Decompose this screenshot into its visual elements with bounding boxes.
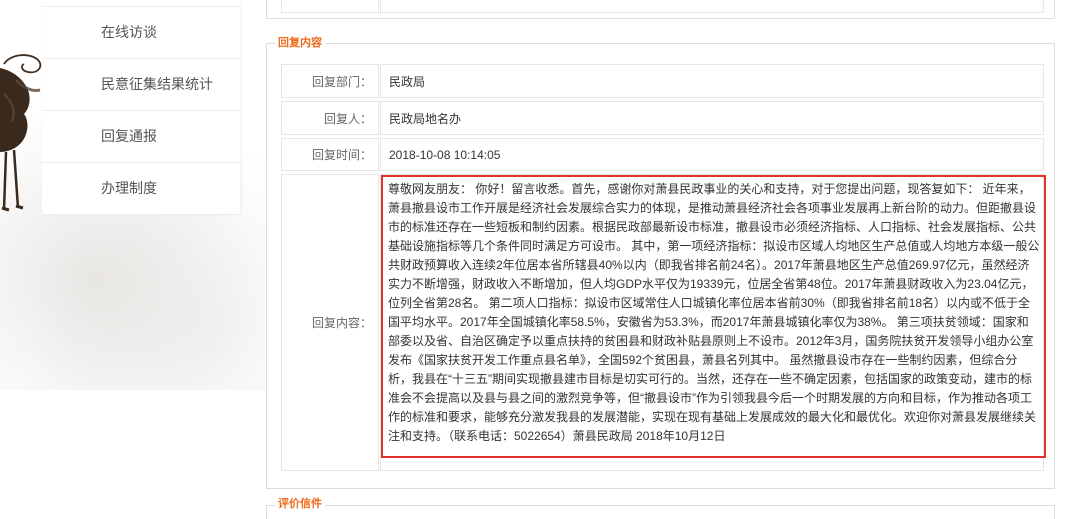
replier-value: 民政局地名办 — [380, 101, 1044, 135]
reply-department-label: 回复部门： — [281, 64, 379, 98]
reply-content-cell: 尊敬网友朋友： 你好！留言收悉。首先，感谢你对萧县民政事业的关心和支持，对于您提… — [380, 174, 1046, 471]
evaluation-section: 评价信件 — [266, 497, 1055, 519]
sidebar-item-label: 在线访谈 — [101, 24, 157, 40]
evaluation-section-legend: 评价信件 — [275, 497, 325, 511]
reply-time-value: 2018-10-08 10:14:05 — [380, 138, 1044, 171]
sidebar-item-label: 民意征集结果统计 — [101, 76, 213, 92]
sidebar-item-label: 回复通报 — [101, 128, 157, 144]
sidebar-item-online-interview[interactable]: 在线访谈 — [42, 7, 240, 59]
horse-ink-painting — [0, 54, 42, 212]
sidebar-item-opinion-results[interactable]: 民意征集结果统计 — [42, 59, 240, 111]
sidebar-item-procedures[interactable]: 办理制度 — [42, 163, 240, 215]
previous-row-label-cell — [281, 0, 379, 13]
previous-row-value-cell — [380, 0, 1044, 13]
reply-time-label: 回复时间： — [281, 138, 379, 171]
reply-section: 回复内容 回复部门： 民政局 回复人： 民政局地名办 回复时间： 2018-10… — [266, 36, 1055, 489]
previous-section-box — [266, 0, 1055, 19]
reply-content-label: 回复内容： — [281, 174, 379, 471]
reply-content-highlight: 尊敬网友朋友： 你好！留言收悉。首先，感谢你对萧县民政事业的关心和支持，对于您提… — [381, 175, 1046, 458]
sidebar-item-reply-bulletin[interactable]: 回复通报 — [42, 111, 240, 163]
reply-department-value: 民政局 — [380, 64, 1044, 98]
sidebar-item-label: 办理制度 — [101, 180, 157, 196]
replier-label: 回复人： — [281, 101, 379, 135]
reply-section-legend: 回复内容 — [275, 36, 325, 50]
sidebar-menu: 在线访谈 民意征集结果统计 回复通报 办理制度 — [42, 0, 240, 215]
reply-content-text: 尊敬网友朋友： 你好！留言收悉。首先，感谢你对萧县民政事业的关心和支持，对于您提… — [388, 182, 1040, 443]
